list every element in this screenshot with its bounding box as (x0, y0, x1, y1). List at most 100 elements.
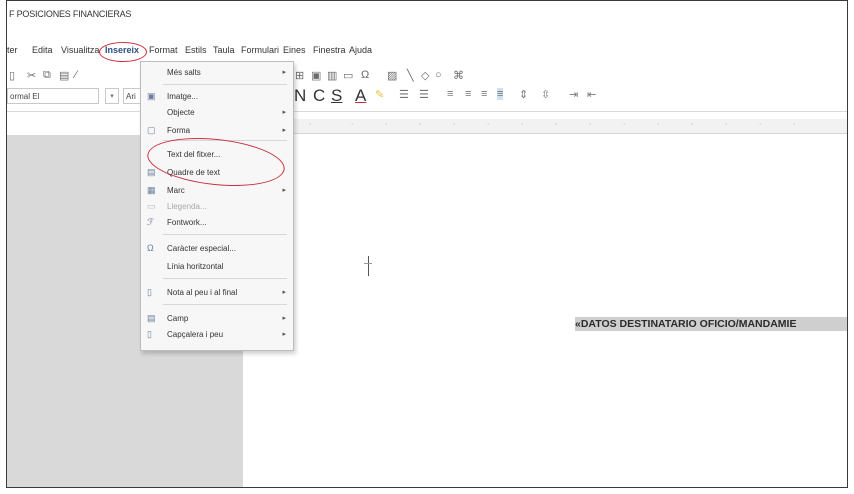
menu-item-header-footer[interactable]: ▯ Capçalera i peu ▸ (141, 328, 293, 342)
menu-item-label: Camp (167, 314, 189, 323)
highlight-icon[interactable]: ✎ (375, 88, 384, 101)
align-center-icon[interactable]: ≡ (465, 88, 471, 100)
menu-item-label: Llegenda... (167, 202, 207, 211)
italic-button[interactable]: C (313, 86, 325, 106)
shape-icon: ▢ (147, 125, 156, 135)
menu-tools[interactable]: Eines (283, 45, 306, 55)
text-cursor (368, 256, 369, 276)
merge-field[interactable]: «DATOS DESTINATARIO OFICIO/MANDAMIE (575, 317, 847, 331)
menu-form[interactable]: Formulari (241, 45, 279, 55)
menu-item-label: Forma (167, 126, 191, 135)
text-cursor-crossbar (364, 263, 372, 264)
menu-item-frame[interactable]: ▦ Marc ▸ (141, 184, 293, 198)
menu-item-field[interactable]: ▤ Camp ▸ (141, 312, 293, 326)
menu-view[interactable]: Visualitza (61, 45, 99, 55)
ellipse-shape-icon[interactable]: ○ (435, 69, 442, 81)
menu-help[interactable]: Ajuda (349, 45, 372, 55)
paragraph-spacing-icon[interactable]: ⇳ (541, 88, 550, 101)
menu-window[interactable]: Finestra (313, 45, 346, 55)
menu-item-shape[interactable]: ▢ Forma ▸ (141, 124, 293, 138)
frame-icon: ▦ (147, 185, 156, 195)
insert-menu-dropdown: Més salts ▸ ▣ Imatge... Objecte ▸ ▢ Form… (140, 61, 294, 351)
bold-button[interactable]: N (294, 86, 306, 106)
numbering-icon[interactable]: ☰ (419, 88, 429, 101)
horizontal-ruler[interactable]: · · · · · · · · · · · · · · · (289, 119, 847, 134)
menu-item-label: Línia horitzontal (167, 262, 224, 271)
insert-image-icon[interactable]: ▣ (311, 69, 321, 82)
line-spacing-icon[interactable]: ⇕ (519, 88, 528, 101)
paragraph-style-select[interactable]: ormal El (7, 88, 99, 104)
chevron-down-icon[interactable]: ▾ (105, 88, 119, 104)
fontwork-icon: ℱ (147, 217, 155, 227)
menu-item-footnote[interactable]: ▯ Nota al peu i al final ▸ (141, 286, 293, 300)
menu-item-label: Capçalera i peu (167, 330, 224, 339)
menu-separator (163, 234, 287, 235)
menu-item-label: Més salts (167, 68, 201, 77)
menu-styles[interactable]: Estils (185, 45, 207, 55)
chart-icon[interactable]: ▥ (327, 69, 337, 82)
table-icon[interactable]: ⊞ (295, 69, 304, 82)
underline-button[interactable]: S (331, 86, 342, 106)
menu-separator (163, 84, 287, 85)
chevron-right-icon: ▸ (282, 331, 286, 338)
textbox-toolbar-icon[interactable]: ▭ (343, 69, 353, 82)
chevron-right-icon: ▸ (282, 187, 286, 194)
header-icon: ▯ (147, 329, 152, 339)
align-right-icon[interactable]: ≡ (481, 88, 487, 100)
menu-edit[interactable]: Edita (32, 45, 53, 55)
special-character-icon[interactable]: Ω (361, 69, 369, 81)
align-left-icon[interactable]: ≡ (447, 88, 453, 100)
menu-format[interactable]: Format (149, 45, 178, 55)
justify-icon[interactable]: ≡ (497, 88, 504, 100)
textbox-icon: ▤ (147, 167, 156, 177)
chevron-right-icon: ▸ (282, 109, 286, 116)
toolbar-divider (7, 111, 847, 112)
chevron-right-icon: ▸ (282, 289, 286, 296)
cut-icon[interactable]: ✂ (27, 69, 36, 82)
menu-item-label: Marc (167, 186, 185, 195)
draw-functions-icon[interactable]: ⌘ (453, 69, 464, 82)
menu-item-more-breaks[interactable]: Més salts ▸ (141, 66, 293, 80)
menu-item-label: Caràcter especial... (167, 244, 236, 253)
field-icon: ▤ (147, 313, 156, 323)
document-page[interactable] (243, 135, 847, 487)
menu-bar: ter Edita Visualitza Insereix Format Est… (7, 41, 847, 63)
chevron-right-icon: ▸ (282, 69, 286, 76)
footnote-icon: ▯ (147, 287, 152, 297)
paintbrush-icon[interactable]: ⁄ (75, 69, 77, 81)
clipboard-icon[interactable]: ▤ (59, 69, 69, 82)
menu-item-fontwork[interactable]: ℱ Fontwork... (141, 216, 293, 230)
copy-icon[interactable]: ⧉ (43, 69, 51, 82)
menu-item-label: Imatge... (167, 92, 199, 101)
paste-icon[interactable]: ▯ (9, 69, 15, 82)
menu-file[interactable]: ter (7, 45, 18, 55)
chevron-right-icon: ▸ (282, 315, 286, 322)
application-window: F POSICIONES FINANCIERAS ter Edita Visua… (6, 0, 848, 488)
menu-item-special-character[interactable]: Ω Caràcter especial... (141, 242, 293, 256)
bullets-icon[interactable]: ☰ (399, 88, 409, 101)
menu-separator (163, 278, 287, 279)
annotation-circle-insert (99, 42, 147, 62)
caption-icon: ▭ (147, 201, 156, 211)
shapes-icon[interactable]: ◇ (421, 69, 429, 82)
menu-item-label: Nota al peu i al final (167, 288, 238, 297)
menu-item-object[interactable]: Objecte ▸ (141, 106, 293, 120)
menu-item-label: Objecte (167, 108, 195, 117)
indent-increase-icon[interactable]: ⇥ (569, 88, 578, 101)
image-icon: ▣ (147, 91, 156, 101)
standard-toolbar: ▯ ✂ ⧉ ▤ ⁄ ⊞ ▣ ▥ ▭ Ω ▨ ╲ ◇ ○ ⌘ (7, 65, 847, 87)
chevron-right-icon: ▸ (282, 127, 286, 134)
indent-decrease-icon[interactable]: ⇤ (587, 88, 596, 101)
omega-icon: Ω (147, 243, 154, 253)
menu-item-image[interactable]: ▣ Imatge... (141, 90, 293, 104)
title-bar: F POSICIONES FINANCIERAS (7, 1, 847, 33)
menu-item-horizontal-line[interactable]: Línia horitzontal (141, 260, 293, 274)
window-title: F POSICIONES FINANCIERAS (9, 9, 132, 19)
menu-item-label: Fontwork... (167, 218, 207, 227)
menu-item-caption: ▭ Llegenda... (141, 200, 293, 214)
font-color-button[interactable]: A (355, 86, 366, 106)
line-icon[interactable]: ╲ (407, 69, 414, 82)
menu-separator (163, 304, 287, 305)
menu-table[interactable]: Taula (213, 45, 235, 55)
hyperlink-icon[interactable]: ▨ (387, 69, 397, 82)
